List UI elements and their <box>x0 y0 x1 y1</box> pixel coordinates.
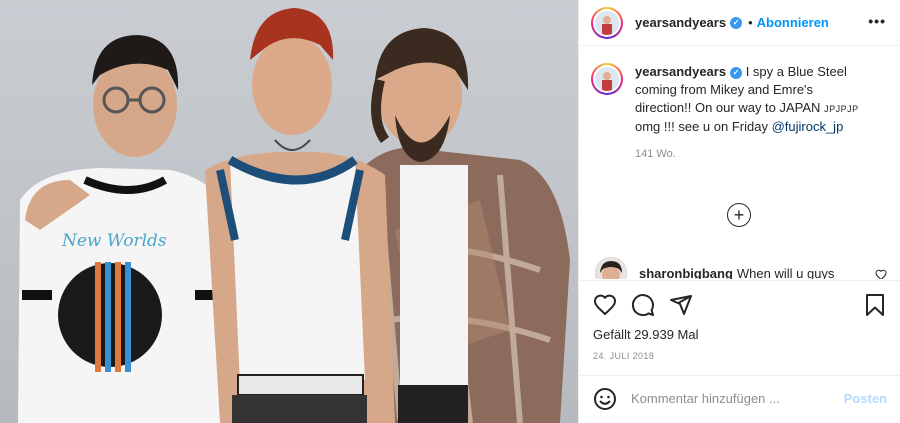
like-heart-icon[interactable] <box>593 293 617 317</box>
caption-avatar-image <box>595 67 619 91</box>
caption-text: yearsandyears ✓ I spy a Blue Steel coming… <box>635 63 865 136</box>
comment-item: sharonbigbang When will u guys <box>595 257 891 279</box>
commenter-avatar[interactable] <box>595 257 627 279</box>
post-photo[interactable]: New Worlds <box>0 0 578 423</box>
photo-illustration: New Worlds <box>18 8 570 423</box>
shirt-print-text: New Worlds <box>61 231 167 251</box>
header-username[interactable]: yearsandyears <box>635 15 726 30</box>
comment-like-heart-icon[interactable] <box>875 269 887 279</box>
share-send-icon[interactable] <box>669 293 693 317</box>
bookmark-save-icon[interactable] <box>863 293 887 317</box>
comment-input[interactable] <box>631 391 831 406</box>
more-options-icon[interactable]: ••• <box>868 13 886 29</box>
header-separator: • <box>748 15 753 30</box>
post-side-panel: yearsandyears ✓ • Abonnieren ••• yearsan… <box>578 0 900 423</box>
caption-mention-link[interactable]: @fujirock_jp <box>772 119 844 134</box>
post-header: yearsandyears ✓ • Abonnieren ••• <box>579 0 900 46</box>
comment-text: sharonbigbang When will u guys <box>639 266 834 280</box>
load-more-comments-icon[interactable]: + <box>727 203 751 227</box>
caption-verified-badge-icon: ✓ <box>730 66 743 79</box>
post-actions: Gefällt 29.939 Mal 24. JULI 2018 Posten <box>579 280 900 420</box>
comment-body: When will u guys <box>736 265 835 280</box>
caption-time-ago: 141 Wo. <box>635 148 676 160</box>
verified-badge-icon: ✓ <box>730 16 743 29</box>
commenter-username[interactable]: sharonbigbang <box>639 266 733 280</box>
post-comment-button[interactable]: Posten <box>844 391 887 406</box>
action-icons-group <box>593 293 693 317</box>
caption-body-2: omg !!! see u on Friday <box>635 119 768 134</box>
comment-bubble-icon[interactable] <box>631 293 655 317</box>
post-date: 24. JULI 2018 <box>593 351 655 361</box>
caption-small-text: JPJPJP <box>824 104 859 114</box>
likes-count[interactable]: Gefällt 29.939 Mal <box>593 327 699 342</box>
add-comment-bar: Posten <box>579 375 900 421</box>
caption-avatar[interactable] <box>591 63 623 95</box>
emoji-smiley-icon[interactable] <box>593 387 617 411</box>
comments-section: yearsandyears ✓ I spy a Blue Steel coming… <box>579 47 900 279</box>
profile-avatar[interactable] <box>591 6 623 39</box>
post-caption: yearsandyears ✓ I spy a Blue Steel coming… <box>579 47 900 136</box>
avatar-image <box>595 10 619 35</box>
caption-username[interactable]: yearsandyears <box>635 64 726 79</box>
follow-button[interactable]: Abonnieren <box>757 15 829 30</box>
